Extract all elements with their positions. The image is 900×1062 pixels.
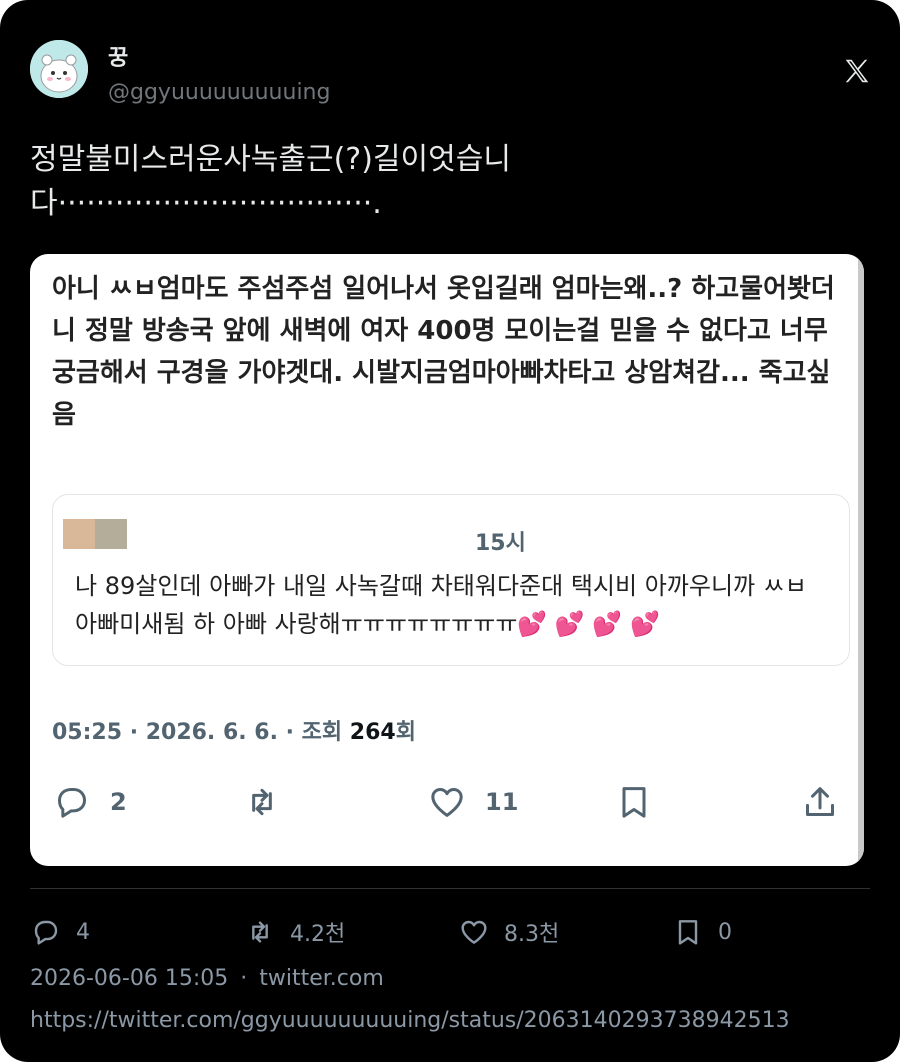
action-bar: 4 4.2천 8.3천 0 <box>30 910 870 954</box>
reply-icon <box>34 920 58 945</box>
hamster-avatar-icon[interactable] <box>30 40 88 98</box>
tweet-source[interactable]: twitter.com <box>259 966 384 991</box>
screenshot-views-label: 조회 <box>301 720 350 745</box>
author-handle[interactable]: @ggyuuuuuuuuuing <box>108 80 330 105</box>
screenshot-like-count: 11 <box>485 788 519 816</box>
like-button[interactable]: 8.3천 <box>458 910 559 954</box>
screenshot-meta: 05:25 · 2026. 6. 6. · 조회 264회 <box>52 714 416 746</box>
tweet-footer: 2026-06-06 15:05 · twitter.com <box>30 966 384 991</box>
footer-separator: · <box>240 966 248 991</box>
reply-button[interactable]: 4 <box>30 910 90 954</box>
bookmark-icon <box>622 787 646 818</box>
screenshot-reply-count: 2 <box>110 788 127 816</box>
bookmark-icon <box>678 920 698 945</box>
attached-screenshot[interactable]: 아니 ㅆㅂ엄마도 주섬주섬 일어나서 옷입길래 엄마는왜..? 하고물어봣더니 … <box>30 254 864 866</box>
heart-icon <box>431 788 463 817</box>
bookmark-button[interactable]: 0 <box>672 910 732 954</box>
share-icon <box>806 787 834 816</box>
screenshot-bookmark-button <box>614 780 654 824</box>
tweet-card: 꿍 @ggyuuuuuuuuuing 정말불미스러운사녹출근(?)길이엇습니 다… <box>0 0 900 1062</box>
blurred-avatar <box>63 519 95 549</box>
heart-icon <box>461 920 487 944</box>
like-count: 8.3천 <box>504 922 560 947</box>
blurred-name <box>95 519 127 549</box>
screenshot-views-suffix: 회 <box>395 720 416 745</box>
retweet-count: 4.2천 <box>290 922 346 947</box>
reply-icon <box>58 788 86 818</box>
retweet-button[interactable]: 4.2천 <box>244 910 345 954</box>
screenshot-like-button: 11 <box>427 780 518 824</box>
x-logo-icon[interactable] <box>842 56 872 86</box>
quoted-tweet-time: 15시 <box>475 531 526 556</box>
quoted-tweet-text: 나 89살인데 아빠가 내일 사녹갈때 차태워다준대 택시비 아까우니까 ㅆㅂ … <box>75 572 807 638</box>
quoted-tweet[interactable]: 15시 나 89살인데 아빠가 내일 사녹갈때 차태워다준대 택시비 아까우니까… <box>52 494 850 666</box>
screenshot-reply-button: 2 <box>52 780 127 824</box>
bookmark-count: 0 <box>718 919 732 945</box>
divider <box>30 888 870 889</box>
screenshot-views-count: 264 <box>349 720 396 745</box>
tweet-url[interactable]: https://twitter.com/ggyuuuuuuuuuing/stat… <box>30 1008 790 1033</box>
retweet-icon <box>252 788 272 816</box>
tweet-text: 정말불미스러운사녹출근(?)길이엇습니 다···················… <box>30 142 511 221</box>
author-name[interactable]: 꿍 <box>108 40 128 72</box>
screenshot-action-bar: 2 11 <box>52 780 842 824</box>
screenshot-retweet-button <box>242 780 282 824</box>
tweet-timestamp: 2026-06-06 15:05 <box>30 966 229 991</box>
screenshot-tweet-text: 아니 ㅆㅂ엄마도 주섬주섬 일어나서 옷입길래 엄마는왜..? 하고물어봣더니 … <box>52 274 835 430</box>
retweet-icon <box>252 921 268 943</box>
screenshot-share-button <box>800 780 840 824</box>
reply-count: 4 <box>76 919 90 945</box>
screenshot-time-date: 05:25 · 2026. 6. 6. · <box>52 720 302 745</box>
